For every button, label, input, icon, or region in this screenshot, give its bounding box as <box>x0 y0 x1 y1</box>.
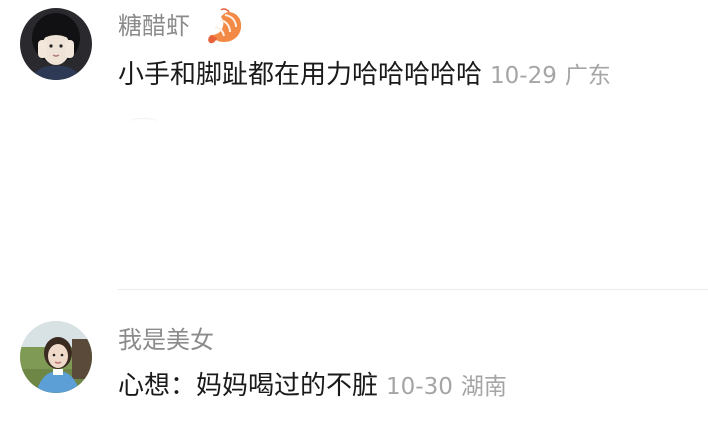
comment-item[interactable]: 我是美女 心想：妈妈喝过的不脏 10-30 湖南 <box>0 291 708 441</box>
avatar-image <box>20 8 92 80</box>
username-text[interactable]: 我是美女 <box>118 326 214 354</box>
avatar-image <box>20 321 92 393</box>
comment-line: 心想：妈妈喝过的不脏 10-30 湖南 <box>118 369 507 406</box>
avatar[interactable] <box>20 321 92 393</box>
comment-date: 10-29 <box>490 63 557 89</box>
username[interactable]: 糖醋虾 <box>118 11 190 41</box>
username[interactable]: 我是美女 <box>118 325 214 355</box>
comment-line: 小手和脚趾都在用力哈哈哈哈哈 10-29 广东 <box>118 58 611 95</box>
faint-mark <box>128 118 158 127</box>
username-text[interactable]: 糖醋虾 <box>118 12 190 40</box>
divider <box>118 289 708 290</box>
comment-text: 小手和脚趾都在用力哈哈哈哈哈 <box>118 60 483 90</box>
comment-text: 心想：妈妈喝过的不脏 <box>118 371 379 401</box>
comment-location: 湖南 <box>460 374 507 400</box>
avatar[interactable] <box>20 8 92 80</box>
comment-date: 10-30 <box>386 374 453 400</box>
comment-location: 广东 <box>564 63 611 89</box>
comment-item[interactable]: 糖醋虾 小手和脚趾都在用力哈哈哈哈哈 10-29 广东 <box>0 0 708 290</box>
shrimp-emoji-icon <box>208 8 242 44</box>
